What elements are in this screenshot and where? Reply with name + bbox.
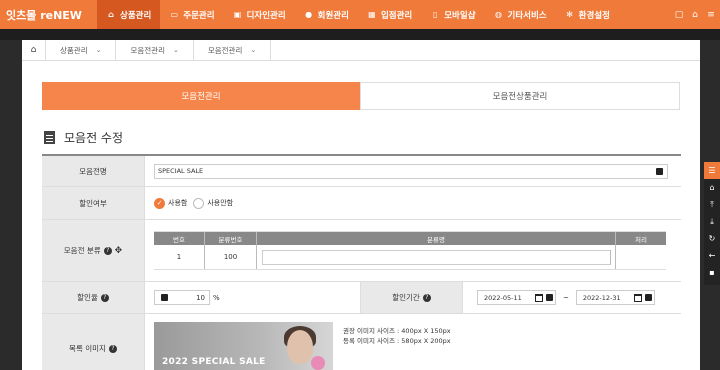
move-icon[interactable]: ✥	[115, 246, 123, 256]
top-nav: 잇츠몰 reNEW ⌂ 상품관리 ▭ 주문관리 ▣ 디자인관리 ● 회원관리 ▦ 입점관리…	[0, 0, 720, 29]
menu-store[interactable]: ▦ 입점관리	[358, 0, 421, 29]
table-row: 1 100	[154, 245, 666, 270]
mobile-icon: ▯	[433, 10, 438, 19]
store-icon[interactable]: ⌂	[690, 10, 700, 20]
calendar-icon[interactable]	[633, 294, 642, 302]
chevron-down-icon: ⌄	[250, 46, 257, 54]
edit-icon[interactable]	[546, 294, 553, 301]
discount-rate-input[interactable]: 10	[154, 290, 210, 305]
breadcrumb-item[interactable]: 상품관리 ⌄	[46, 39, 117, 61]
refresh-icon[interactable]: ↻	[704, 230, 720, 247]
users-icon: ●	[305, 10, 313, 19]
top-utility-icons: ▢ ⌂ ≡	[674, 0, 716, 29]
menu-list-icon[interactable]: ☰	[704, 162, 720, 179]
action-cell	[616, 245, 666, 269]
page-title: 모음전 수정	[44, 129, 123, 146]
flower-icon	[311, 356, 325, 370]
chevron-down-icon: ⌄	[95, 46, 102, 54]
category-table-header: 번호 분류번호 분류명 처리	[154, 232, 666, 245]
radio-unuse[interactable]: 사용안함	[193, 197, 233, 209]
menu-mobile[interactable]: ▯ 모바일샵	[421, 0, 484, 29]
discount-use-label: 할인여부	[42, 187, 145, 219]
logo[interactable]: 잇츠몰 reNEW	[0, 0, 97, 29]
home-icon[interactable]: ⌂	[22, 39, 46, 61]
chevron-down-icon: ⌄	[172, 46, 179, 54]
edit-icon[interactable]	[161, 294, 168, 301]
building-icon: ▦	[368, 10, 376, 19]
copy-icon[interactable]: ▪	[704, 264, 720, 281]
tab-bar: 모음전관리 모음전상품관리	[42, 82, 680, 110]
image-label: 목록 이미지?	[42, 314, 145, 370]
document-icon	[44, 131, 55, 144]
menu-etc[interactable]: ◍ 기타서비스	[485, 0, 556, 29]
download-icon[interactable]: ⤓	[704, 213, 720, 230]
edit-form: 모음전명 SPECIAL SALE 할인여부 ✓ 사용함 사용안함 모음전 분류 …	[42, 154, 681, 370]
menu-order[interactable]: ▭ 주문관리	[160, 0, 223, 29]
breadcrumb-item[interactable]: 모음전관리 ⌄	[194, 39, 272, 61]
back-arrow-icon[interactable]: ←	[704, 247, 720, 264]
list-icon[interactable]: ≡	[706, 10, 716, 20]
radio-circle-icon	[193, 197, 205, 209]
help-icon[interactable]: ?	[422, 293, 431, 302]
chat-icon: ◍	[495, 10, 502, 19]
menu-settings[interactable]: ✻ 환경설정	[556, 0, 619, 29]
period-label: 할인기간?	[360, 282, 463, 313]
content-panel: 모음전관리 모음전상품관리 모음전 수정 모음전명 SPECIAL SALE 할…	[22, 61, 700, 370]
category-name-input[interactable]	[261, 249, 611, 265]
end-date-input[interactable]: 2022-12-31	[575, 290, 655, 305]
help-icon[interactable]: ?	[100, 293, 109, 302]
menu-member[interactable]: ● 회원관리	[295, 0, 358, 29]
menu-design[interactable]: ▣ 디자인관리	[224, 0, 295, 29]
edit-icon[interactable]	[644, 294, 652, 301]
start-date-input[interactable]: 2022-05-11	[477, 290, 556, 305]
main-menu: ⌂ 상품관리 ▭ 주문관리 ▣ 디자인관리 ● 회원관리 ▦ 입점관리 ▯ 모바일샵 ◍ 기타…	[97, 0, 619, 29]
calendar-icon[interactable]	[535, 294, 543, 302]
row-name: 모음전명 SPECIAL SALE	[42, 156, 681, 187]
check-icon: ✓	[154, 197, 165, 209]
tab-collection[interactable]: 모음전관리	[42, 82, 360, 110]
header-background	[0, 29, 720, 40]
category-label: 모음전 분류 ? ✥	[42, 220, 145, 281]
edit-icon[interactable]	[656, 167, 663, 175]
floating-toolbar: ☰ ⌂ ⤒ ⤓ ↻ ← ▪	[704, 162, 720, 285]
breadcrumb-item[interactable]: 모음전관리 ⌄	[116, 39, 194, 61]
radio-use[interactable]: ✓ 사용함	[154, 197, 187, 209]
house-icon: ⌂	[108, 10, 114, 19]
scroll-top-icon[interactable]: ⤒	[704, 196, 720, 213]
menu-product[interactable]: ⌂ 상품관리	[97, 0, 161, 29]
row-discount-use: 할인여부 ✓ 사용함 사용안함	[42, 187, 681, 220]
image-size-notes: 권장 이미지 사이즈 : 400px X 150px 등록 이미지 사이즈 : …	[343, 327, 451, 345]
gear-icon: ✻	[566, 10, 573, 19]
tab-collection-products[interactable]: 모음전상품관리	[360, 82, 680, 110]
row-list-image: 목록 이미지? 2022 SPECIAL SALE 권장 이미지 사이즈 : 4…	[42, 314, 681, 370]
help-icon[interactable]: ?	[108, 344, 117, 353]
help-icon[interactable]: ?	[103, 246, 112, 255]
category-table: 번호 분류번호 분류명 처리 1 100	[154, 231, 666, 270]
row-category: 모음전 분류 ? ✥ 번호 분류번호 분류명 처리 1 100	[42, 220, 681, 282]
collection-name-input[interactable]: SPECIAL SALE	[154, 163, 668, 179]
rate-label: 할인율?	[42, 282, 145, 313]
breadcrumb: ⌂ 상품관리 ⌄ 모음전관리 ⌄ 모음전관리 ⌄	[22, 39, 700, 61]
list-image-preview[interactable]: 2022 SPECIAL SALE	[154, 322, 333, 370]
name-label: 모음전명	[42, 156, 145, 186]
card-icon: ▭	[170, 10, 179, 19]
row-rate-period: 할인율? 10 % 할인기간? 2022-05-11 ~ 2022-12-31	[42, 282, 681, 314]
home-icon[interactable]: ⌂	[704, 179, 720, 196]
lock-icon[interactable]: ▢	[674, 10, 684, 20]
monitor-icon: ▣	[233, 10, 242, 19]
